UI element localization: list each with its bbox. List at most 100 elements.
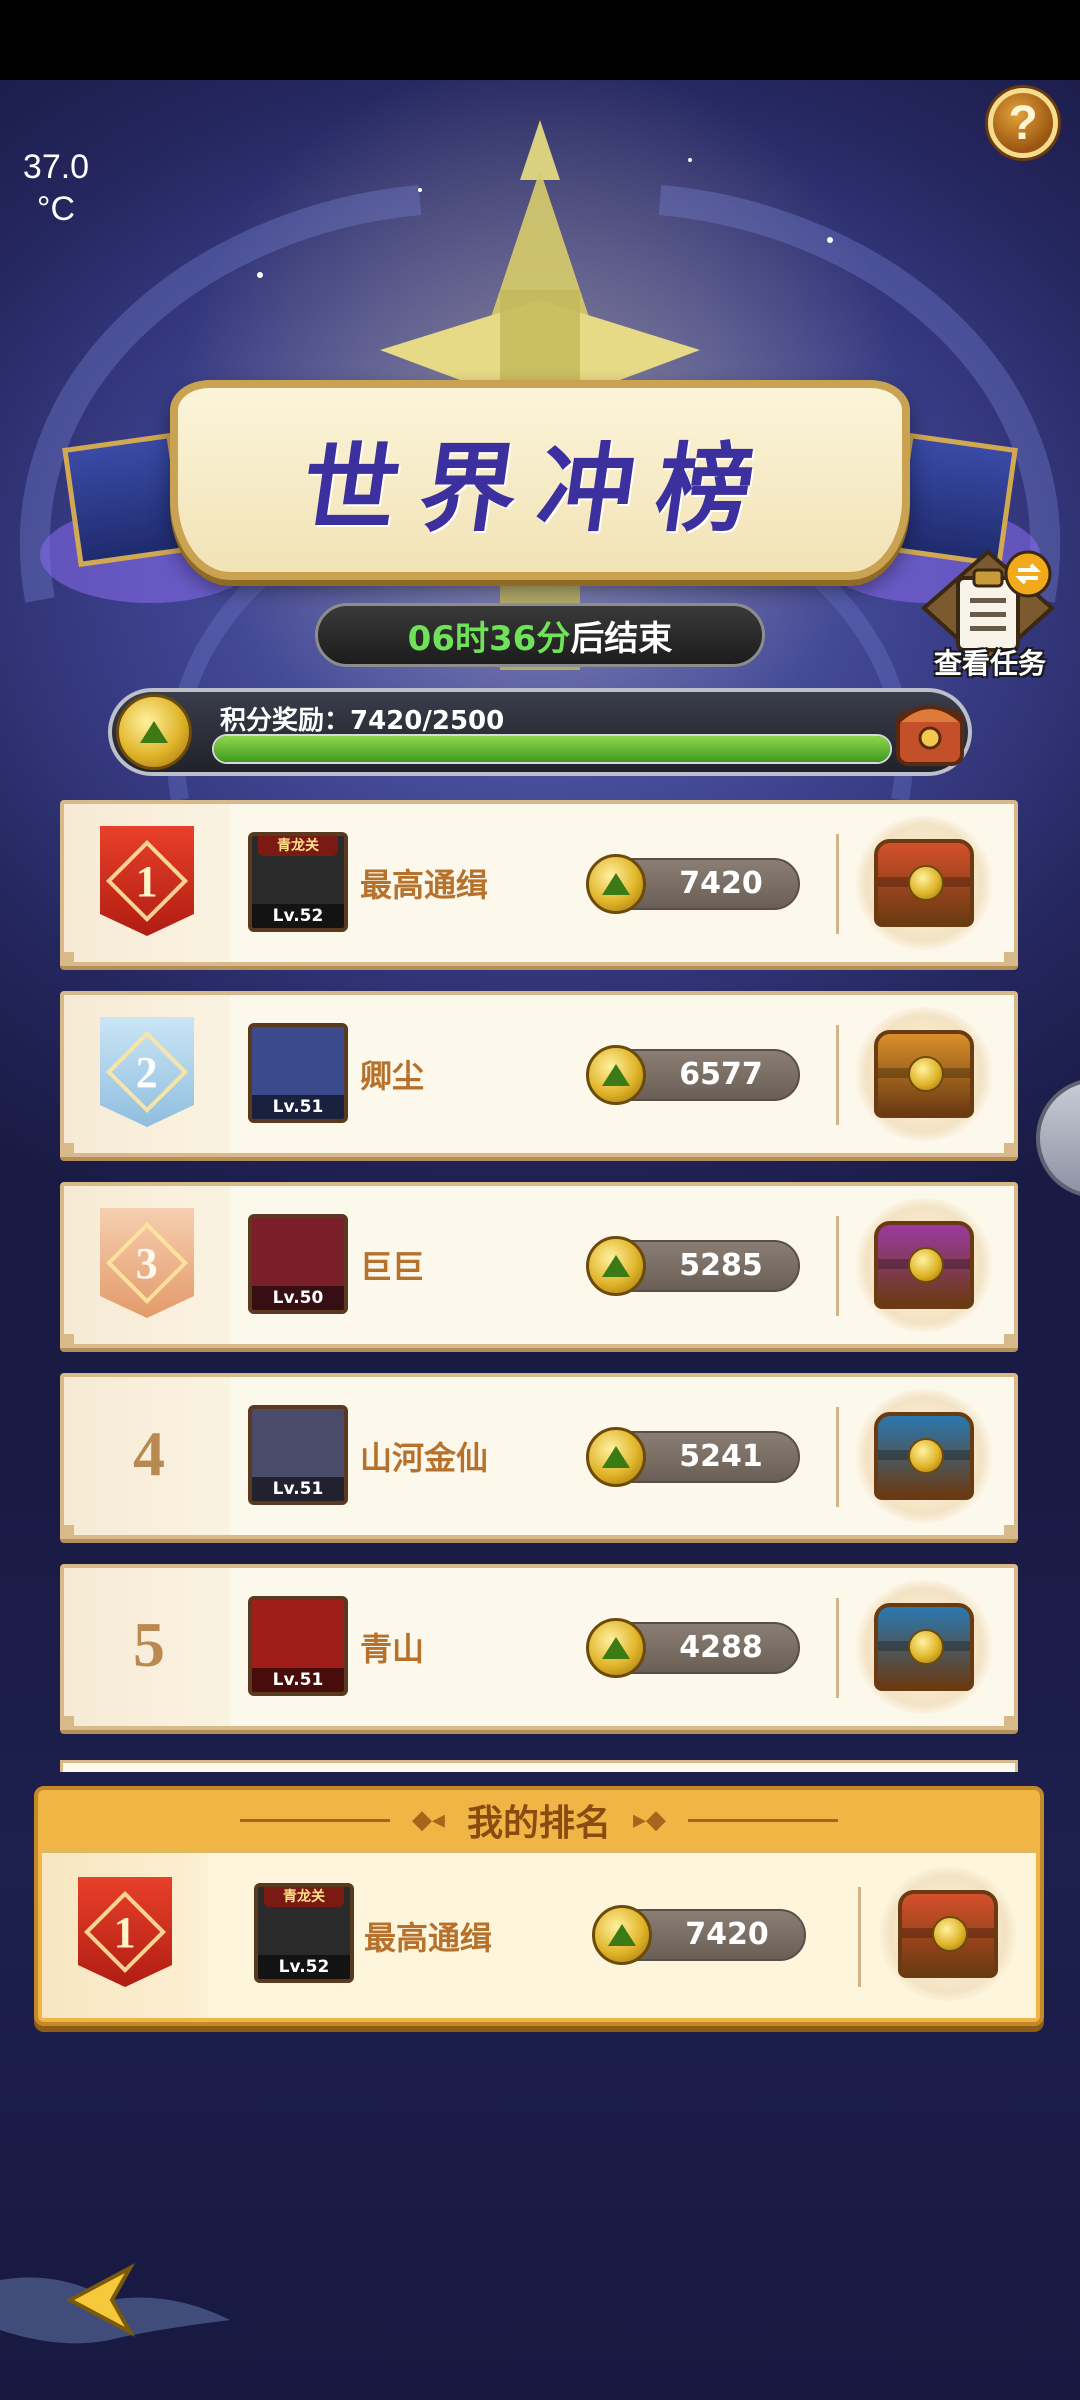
coin-icon xyxy=(586,1618,646,1678)
chest-lock xyxy=(932,1916,968,1952)
player-name: 山河金仙 xyxy=(360,1439,489,1477)
treasure-chest-icon xyxy=(874,1603,974,1691)
row-corner xyxy=(60,1525,74,1539)
player-name: 最高通缉 xyxy=(360,866,489,904)
treasure-chest-icon xyxy=(874,1221,974,1309)
row-divider xyxy=(836,1025,839,1125)
header-divider-right xyxy=(688,1818,839,1822)
row-corner xyxy=(1004,952,1018,966)
rank-flag-gold: 1 xyxy=(78,1877,172,1987)
avatar-tag: 青龙关 xyxy=(258,836,338,856)
row-divider xyxy=(836,1598,839,1698)
points-reward-label: 积分奖励：7420/2500 xyxy=(220,706,505,736)
row-divider xyxy=(858,1887,861,1987)
reward-chest-button[interactable] xyxy=(854,1007,994,1141)
row-corner xyxy=(1004,1716,1018,1730)
reward-chest-button[interactable] xyxy=(854,1198,994,1332)
score-value: 7420 xyxy=(679,866,763,901)
row-corner xyxy=(1004,1525,1018,1539)
coin-icon xyxy=(586,1045,646,1105)
avatar[interactable]: Lv.51 xyxy=(248,1405,348,1505)
score-value: 4288 xyxy=(679,1630,763,1665)
coin-icon xyxy=(586,1427,646,1487)
avatar[interactable]: 青龙关 Lv.52 xyxy=(248,832,348,932)
ranking-row[interactable]: 2 Lv.51 卿尘 6577 xyxy=(60,991,1018,1157)
ornament-right-icon: ▸◆ xyxy=(633,1805,667,1835)
score-pill: 5285 xyxy=(586,1236,800,1296)
rank-flag-silver: 2 xyxy=(100,1017,194,1127)
points-progress-track xyxy=(212,734,892,764)
rank-number: 3 xyxy=(136,1238,158,1288)
score-pill: 7420 xyxy=(586,854,800,914)
rank-number: 2 xyxy=(136,1047,158,1097)
rank-diamond: 1 xyxy=(105,839,189,923)
score-pill: 7420 xyxy=(592,1905,806,1965)
ornament-left-icon: ◆◂ xyxy=(411,1805,445,1835)
rank-number: 5 xyxy=(133,1609,165,1680)
chest-lock xyxy=(908,1056,944,1092)
avatar[interactable]: 青龙关 Lv.52 xyxy=(254,1883,354,1983)
avatar-level: Lv.52 xyxy=(258,1955,350,1979)
row-divider xyxy=(836,1216,839,1316)
reward-chest-button[interactable] xyxy=(854,1580,994,1714)
treasure-chest-icon xyxy=(874,839,974,927)
score-pill: 5241 xyxy=(586,1427,800,1487)
rank-flag-gold: 1 xyxy=(100,826,194,936)
player-name: 巨巨 xyxy=(360,1248,425,1286)
countdown-time: 06时36分 xyxy=(407,618,571,659)
ranking-row[interactable]: 5 Lv.51 青山 4288 xyxy=(60,1564,1018,1730)
score-pill: 4288 xyxy=(586,1618,800,1678)
row-corner xyxy=(60,1143,74,1157)
row-corner xyxy=(60,1334,74,1348)
status-bar xyxy=(0,0,1080,80)
avatar[interactable]: Lv.51 xyxy=(248,1023,348,1123)
score-value: 5285 xyxy=(679,1248,763,1283)
view-tasks-label: 查看任务 xyxy=(933,647,1046,680)
row-divider xyxy=(836,834,839,934)
reward-chest-button[interactable] xyxy=(878,1867,1018,2001)
points-reward-bar: 积分奖励：7420/2500 xyxy=(108,688,972,776)
avatar[interactable]: Lv.51 xyxy=(248,1596,348,1696)
temperature-value: 37.0 xyxy=(22,148,90,186)
chest-lock xyxy=(908,1629,944,1665)
row-divider xyxy=(836,1407,839,1507)
countdown-timer: 06时36分 后结束 xyxy=(315,603,765,667)
avatar-tag: 青龙关 xyxy=(264,1887,344,1907)
reward-chest-icon[interactable] xyxy=(892,692,968,772)
avatar-level: Lv.51 xyxy=(252,1668,344,1692)
avatar[interactable]: Lv.50 xyxy=(248,1214,348,1314)
ranking-row[interactable]: 3 Lv.50 巨巨 5285 xyxy=(60,1182,1018,1348)
score-value: 5241 xyxy=(679,1439,763,1474)
rank-number: 4 xyxy=(133,1418,165,1489)
chest-lock xyxy=(908,1438,944,1474)
rank-diamond: 2 xyxy=(105,1030,189,1114)
my-ranking-row[interactable]: 1 青龙关 Lv.52 最高通缉 7420 xyxy=(42,1850,1036,2018)
banner-right-end xyxy=(892,432,1018,568)
ranking-row[interactable]: 1 青龙关 Lv.52 最高通缉 7420 xyxy=(60,800,1018,966)
coin-icon xyxy=(586,1236,646,1296)
score-value: 7420 xyxy=(685,1917,769,1952)
header-divider-left xyxy=(239,1818,390,1822)
row-corner xyxy=(1004,1334,1018,1348)
treasure-chest-icon xyxy=(874,1030,974,1118)
rank-diamond: 3 xyxy=(105,1221,189,1305)
avatar-level: Lv.51 xyxy=(252,1095,344,1119)
my-rank-number: 1 xyxy=(114,1907,136,1957)
back-button[interactable] xyxy=(0,2240,240,2360)
rank-flag-bronze: 3 xyxy=(100,1208,194,1318)
row-corner xyxy=(60,1716,74,1730)
score-value: 6577 xyxy=(679,1057,763,1092)
player-name: 青山 xyxy=(360,1630,425,1668)
row-corner xyxy=(1004,1143,1018,1157)
rank-number: 1 xyxy=(136,856,158,906)
rank-diamond: 1 xyxy=(83,1890,167,1974)
avatar-level: Lv.51 xyxy=(252,1477,344,1501)
avatar-level: Lv.52 xyxy=(252,904,344,928)
ranking-row[interactable]: 4 Lv.51 山河金仙 5241 xyxy=(60,1373,1018,1539)
reward-chest-button[interactable] xyxy=(854,816,994,950)
my-ranking-panel: ◆◂ 我的排名 ▸◆ 1 青龙关 Lv.52 最高通缉 7420 xyxy=(34,1786,1044,2026)
score-pill: 6577 xyxy=(586,1045,800,1105)
player-name: 卿尘 xyxy=(360,1057,425,1095)
help-button[interactable]: ? xyxy=(988,88,1058,158)
reward-chest-button[interactable] xyxy=(854,1389,994,1523)
